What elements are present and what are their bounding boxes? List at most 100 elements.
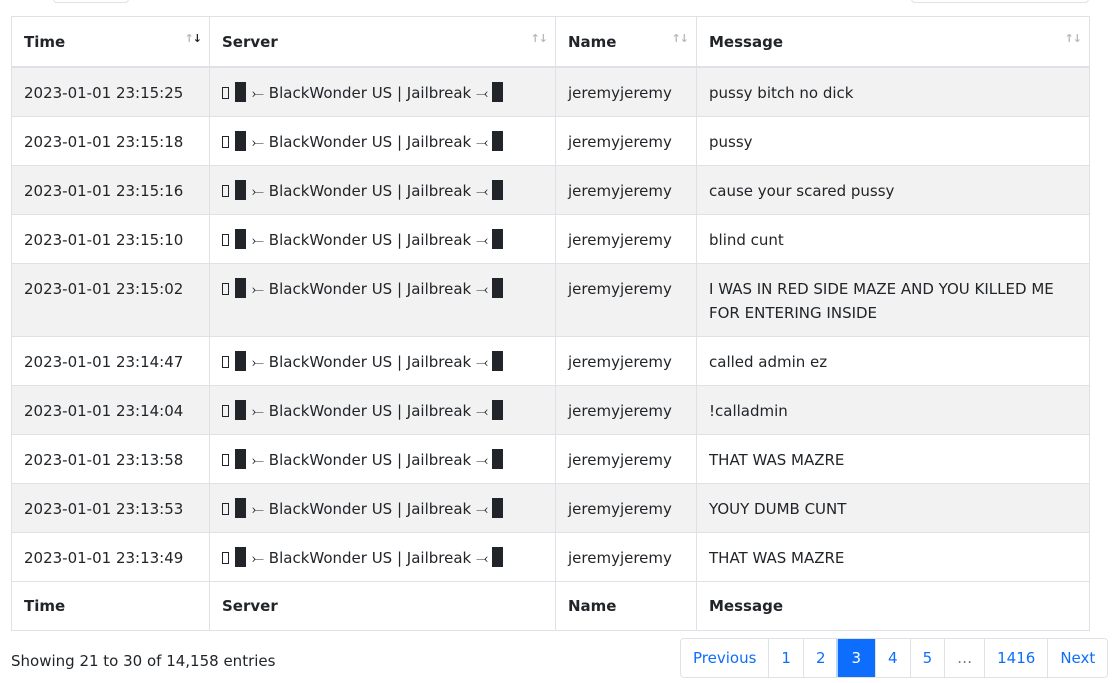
server-box-icon: [222, 283, 229, 295]
server-block-icon: [235, 547, 246, 567]
table-row: 2023-01-01 23:13:58 ⤚ BlackWonder US | Ja…: [11, 434, 1090, 484]
column-header-label: Server: [222, 32, 278, 51]
server-name: BlackWonder US | Jailbreak: [268, 451, 472, 469]
table-row: 2023-01-01 23:15:18 ⤚ BlackWonder US | Ja…: [11, 116, 1090, 166]
table-info: Showing 21 to 30 of 14,158 entries: [11, 652, 276, 670]
server-suffix-icon: ⤙: [476, 231, 489, 249]
column-footer-name: Name: [555, 581, 697, 631]
pagination: Previous 1 2 3 4 5 … 1416 Next: [680, 638, 1109, 678]
cell-message: pussy: [696, 116, 1090, 166]
server-block-icon: [492, 229, 504, 249]
server-block-icon: [492, 547, 504, 567]
server-prefix-icon: ⤚: [252, 280, 265, 298]
cell-time: 2023-01-01 23:15:02: [11, 263, 210, 337]
column-header-name[interactable]: Name ↑↓: [555, 16, 697, 68]
cell-server: ⤚ BlackWonder US | Jailbreak ⤙: [209, 483, 556, 533]
column-footer-time: Time: [11, 581, 210, 631]
sort-icon: ↑↓: [184, 32, 202, 45]
page-button-3[interactable]: 3: [837, 639, 876, 677]
server-box-icon: [222, 356, 229, 368]
server-suffix-icon: ⤙: [476, 353, 489, 371]
server-name: BlackWonder US | Jailbreak: [268, 84, 472, 102]
server-block-icon: [492, 498, 504, 518]
column-header-label: Message: [709, 32, 783, 51]
server-suffix-icon: ⤙: [476, 549, 489, 567]
server-block-icon: [235, 400, 246, 420]
server-suffix-icon: ⤙: [476, 182, 489, 200]
footer-row: Time Server Name Message: [11, 581, 1090, 631]
page-button-1[interactable]: 1: [768, 639, 803, 677]
cell-name: jeremyjeremy: [555, 66, 697, 117]
server-block-icon: [235, 82, 246, 102]
server-box-icon: [222, 503, 229, 515]
server-block-icon: [492, 278, 504, 298]
server-name: BlackWonder US | Jailbreak: [268, 182, 472, 200]
cell-server: ⤚ BlackWonder US | Jailbreak ⤙: [209, 336, 556, 386]
page-button-2[interactable]: 2: [802, 639, 838, 677]
cell-server: ⤚ BlackWonder US | Jailbreak ⤙: [209, 66, 556, 117]
server-box-icon: [222, 454, 229, 466]
search-input[interactable]: [911, 0, 1089, 3]
column-header-server[interactable]: Server ↑↓: [209, 16, 556, 68]
cell-time: 2023-01-01 23:13:49: [11, 532, 210, 582]
next-page-button[interactable]: Next: [1047, 639, 1108, 677]
cell-message: !calladmin: [696, 385, 1090, 435]
column-header-time[interactable]: Time ↑↓: [11, 16, 210, 68]
cell-message: THAT WAS MAZRE: [696, 532, 1090, 582]
cell-name: jeremyjeremy: [555, 385, 697, 435]
server-prefix-icon: ⤚: [252, 133, 265, 151]
server-box-icon: [222, 185, 229, 197]
server-box-icon: [222, 136, 229, 148]
server-prefix-icon: ⤚: [252, 402, 265, 420]
server-block-icon: [235, 449, 246, 469]
server-box-icon: [222, 552, 229, 564]
column-footer-server: Server: [209, 581, 556, 631]
server-block-icon: [492, 131, 504, 151]
server-name: BlackWonder US | Jailbreak: [268, 549, 472, 567]
table-row: 2023-01-01 23:15:25 ⤚ BlackWonder US | Ja…: [11, 66, 1090, 117]
cell-message: cause your scared pussy: [696, 165, 1090, 215]
cell-time: 2023-01-01 23:14:04: [11, 385, 210, 435]
server-block-icon: [492, 82, 504, 102]
server-block-icon: [492, 351, 504, 371]
server-block-icon: [492, 400, 504, 420]
server-prefix-icon: ⤚: [252, 451, 265, 469]
cell-name: jeremyjeremy: [555, 165, 697, 215]
table-row: 2023-01-01 23:14:47 ⤚ BlackWonder US | Ja…: [11, 336, 1090, 386]
cell-message: pussy bitch no dick: [696, 66, 1090, 117]
server-suffix-icon: ⤙: [476, 451, 489, 469]
cell-message: called admin ez: [696, 336, 1090, 386]
server-name: BlackWonder US | Jailbreak: [268, 231, 472, 249]
cell-name: jeremyjeremy: [555, 116, 697, 166]
server-suffix-icon: ⤙: [476, 84, 489, 102]
server-name: BlackWonder US | Jailbreak: [268, 402, 472, 420]
server-block-icon: [492, 449, 504, 469]
cell-time: 2023-01-01 23:15:18: [11, 116, 210, 166]
server-block-icon: [492, 180, 504, 200]
server-suffix-icon: ⤙: [476, 500, 489, 518]
sort-icon: ↑↓: [671, 32, 689, 45]
column-header-label: Time: [24, 32, 66, 51]
page-button-1416[interactable]: 1416: [984, 639, 1048, 677]
server-prefix-icon: ⤚: [252, 549, 265, 567]
server-block-icon: [235, 229, 246, 249]
server-prefix-icon: ⤚: [252, 182, 265, 200]
cell-message: blind cunt: [696, 214, 1090, 264]
page-length-select[interactable]: [53, 0, 129, 3]
cell-server: ⤚ BlackWonder US | Jailbreak ⤙: [209, 434, 556, 484]
column-header-message[interactable]: Message ↑↓: [696, 16, 1090, 68]
previous-page-button[interactable]: Previous: [681, 639, 769, 677]
table-row: 2023-01-01 23:13:49 ⤚ BlackWonder US | Ja…: [11, 532, 1090, 582]
cell-server: ⤚ BlackWonder US | Jailbreak ⤙: [209, 214, 556, 264]
cell-name: jeremyjeremy: [555, 263, 697, 337]
server-name: BlackWonder US | Jailbreak: [268, 133, 472, 151]
server-box-icon: [222, 234, 229, 246]
page-button-4[interactable]: 4: [875, 639, 910, 677]
header-row: Time ↑↓ Server ↑↓ Name ↑↓ Message ↑↓: [11, 16, 1090, 68]
server-block-icon: [235, 351, 246, 371]
table-row: 2023-01-01 23:13:53 ⤚ BlackWonder US | Ja…: [11, 483, 1090, 533]
page-button-5[interactable]: 5: [909, 639, 945, 677]
server-prefix-icon: ⤚: [252, 231, 265, 249]
cell-server: ⤚ BlackWonder US | Jailbreak ⤙: [209, 263, 556, 337]
cell-server: ⤚ BlackWonder US | Jailbreak ⤙: [209, 532, 556, 582]
